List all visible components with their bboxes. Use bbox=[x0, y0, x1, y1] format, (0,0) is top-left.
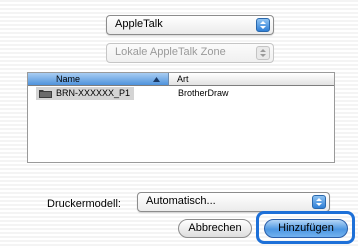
add-button[interactable]: Hinzufügen bbox=[264, 219, 348, 238]
popup-arrows-icon bbox=[256, 46, 270, 60]
printer-model-value: Automatisch... bbox=[146, 195, 216, 207]
popup-arrows-icon bbox=[256, 18, 270, 32]
connection-type-value: AppleTalk bbox=[115, 18, 163, 30]
printer-name: BRN-XXXXXX_P1 bbox=[56, 88, 131, 98]
appletalk-zone-popup: Lokale AppleTalk Zone bbox=[106, 43, 274, 63]
printer-model-label: Druckermodell: bbox=[47, 198, 121, 210]
column-header-kind[interactable]: Art bbox=[169, 73, 334, 86]
connection-type-popup[interactable]: AppleTalk bbox=[106, 15, 274, 35]
printer-name-cell: BRN-XXXXXX_P1 bbox=[36, 87, 135, 100]
appletalk-zone-value: Lokale AppleTalk Zone bbox=[115, 46, 226, 58]
cancel-button[interactable]: Abbrechen bbox=[178, 219, 252, 238]
column-header-name[interactable]: Name bbox=[28, 73, 169, 86]
popup-arrows-icon bbox=[312, 195, 326, 209]
printer-model-popup[interactable]: Automatisch... bbox=[137, 192, 330, 212]
printer-browser-list[interactable]: Name Art BRN-XXXXXX_P1 BrotherDraw bbox=[27, 72, 335, 163]
table-row[interactable]: BRN-XXXXXX_P1 BrotherDraw bbox=[28, 87, 334, 100]
column-header-kind-label: Art bbox=[177, 74, 189, 84]
printer-kind: BrotherDraw bbox=[178, 88, 229, 98]
printer-folder-icon bbox=[39, 90, 52, 98]
sort-ascending-icon bbox=[153, 77, 160, 82]
column-header-name-label: Name bbox=[56, 74, 81, 84]
